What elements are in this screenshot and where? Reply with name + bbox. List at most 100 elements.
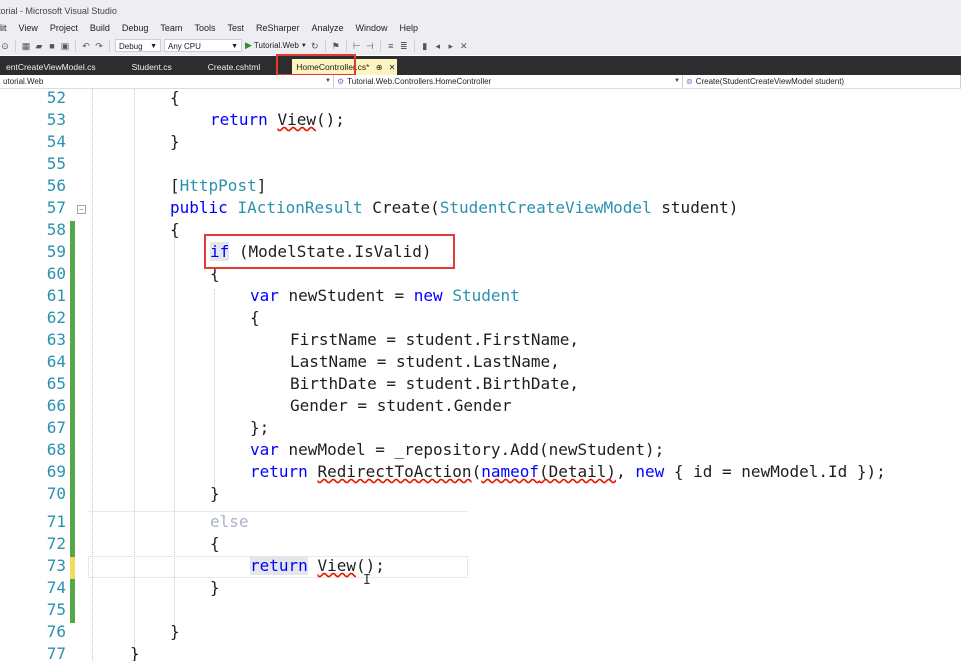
- pin-tab-icon[interactable]: ⊕: [376, 63, 383, 72]
- navigate-forward-icon[interactable]: ⊙: [0, 41, 10, 51]
- code-text: var newModel = _repository.Add(newStuden…: [250, 440, 665, 459]
- chevron-down-icon: ▼: [300, 42, 307, 49]
- class-dropdown[interactable]: ⚙ Tutorial.Web.Controllers.HomeController…: [334, 75, 683, 88]
- tab-student[interactable]: Student.cs: [106, 59, 182, 75]
- menu-team[interactable]: Team: [154, 20, 188, 36]
- uncomment-icon[interactable]: ≣: [399, 41, 409, 51]
- menu-bar: lit View Project Build Debug Team Tools …: [0, 20, 961, 36]
- tab-label: Student.cs: [131, 62, 172, 72]
- undo-icon[interactable]: ↶: [81, 41, 91, 51]
- start-debugging-label: Tutorial.Web: [253, 41, 299, 50]
- line-number: 54: [46, 132, 66, 151]
- menu-view[interactable]: View: [13, 20, 44, 36]
- menu-tools[interactable]: Tools: [188, 20, 221, 36]
- line-number: 64: [46, 352, 66, 371]
- line-number: 65: [46, 374, 66, 393]
- comment-icon[interactable]: ≡: [386, 41, 396, 51]
- text-cursor-icon: I: [363, 573, 371, 588]
- project-dropdown[interactable]: utorial.Web ▼: [0, 75, 334, 88]
- line-number: 74: [46, 578, 66, 597]
- bookmark-icon[interactable]: ▮: [420, 41, 430, 51]
- clear-bookmarks-icon[interactable]: ✕: [459, 41, 469, 51]
- code-editor[interactable]: − 52 { 53 return View(); 54 } 55 56 [Htt…: [0, 89, 961, 661]
- document-tab-strip: entCreateViewModel.cs Student.cs Create.…: [0, 56, 961, 75]
- menu-project[interactable]: Project: [44, 20, 84, 36]
- solution-platform-value: Any CPU: [168, 42, 201, 51]
- code-text: Gender = student.Gender: [290, 396, 512, 415]
- next-bookmark-icon[interactable]: ▸: [446, 41, 456, 51]
- chevron-down-icon: ▼: [674, 78, 680, 84]
- code-text: return RedirectToAction(nameof(Detail), …: [250, 462, 886, 481]
- line-number: 61: [46, 286, 66, 305]
- redo-icon[interactable]: ↷: [94, 41, 104, 51]
- line-number: 70: [46, 484, 66, 503]
- line-number: 62: [46, 308, 66, 327]
- code-line: 74 }: [0, 577, 961, 599]
- solution-platform-select[interactable]: Any CPU ▼: [164, 39, 242, 52]
- line-number: 52: [46, 89, 66, 107]
- chevron-down-icon: ▼: [231, 43, 238, 50]
- line-number: 57: [46, 198, 66, 217]
- project-dropdown-value: utorial.Web: [3, 77, 44, 86]
- line-number: 68: [46, 440, 66, 459]
- code-text: [HttpPost]: [170, 176, 267, 195]
- code-line: 53 return View();: [0, 109, 961, 131]
- code-text: }: [210, 484, 220, 503]
- code-text: }: [130, 644, 140, 661]
- menu-window[interactable]: Window: [350, 20, 394, 36]
- code-text: {: [210, 534, 220, 553]
- step-into-icon[interactable]: ⊢: [352, 41, 362, 51]
- code-text: };: [250, 418, 270, 437]
- code-text: }: [210, 578, 220, 597]
- code-line: 60 {: [0, 263, 961, 285]
- menu-resharper[interactable]: ReSharper: [250, 20, 306, 36]
- menu-analyze[interactable]: Analyze: [306, 20, 350, 36]
- code-line: 67 };: [0, 417, 961, 439]
- code-line: 70 }: [0, 483, 961, 505]
- open-file-icon[interactable]: ▰: [34, 41, 44, 51]
- previous-bookmark-icon[interactable]: ◂: [433, 41, 443, 51]
- member-dropdown[interactable]: ⊚ Create(StudentCreateViewModel student): [683, 75, 961, 88]
- toolbar-separator: [345, 39, 347, 52]
- step-over-icon[interactable]: ⊣: [365, 41, 375, 51]
- save-all-icon[interactable]: ▣: [60, 41, 70, 51]
- code-line: 62 {: [0, 307, 961, 329]
- start-debugging-button[interactable]: ▶ Tutorial.Web ▼: [245, 40, 307, 51]
- line-number: 69: [46, 462, 66, 481]
- tab-student-create-view-model[interactable]: entCreateViewModel.cs: [0, 59, 106, 75]
- code-line: 57 public IActionResult Create(StudentCr…: [0, 197, 961, 219]
- play-icon: ▶: [245, 40, 252, 50]
- menu-build[interactable]: Build: [84, 20, 116, 36]
- standard-toolbar: ⊙ ▦ ▰ ■ ▣ ↶ ↷ Debug ▼ Any CPU ▼ ▶ Tutori…: [0, 36, 961, 55]
- new-project-icon[interactable]: ▦: [21, 41, 31, 51]
- line-number: 77: [46, 644, 66, 661]
- find-in-files-icon[interactable]: ⚑: [331, 41, 341, 51]
- code-line: 66 Gender = student.Gender: [0, 395, 961, 417]
- code-text: var newStudent = new Student: [250, 286, 520, 305]
- tab-home-controller[interactable]: HomeController.cs* ⊕ ✕: [292, 59, 398, 75]
- menu-edit[interactable]: lit: [0, 20, 13, 36]
- line-number: 71: [46, 512, 66, 531]
- code-line: 65 BirthDate = student.BirthDate,: [0, 373, 961, 395]
- class-icon: ⚙: [337, 77, 345, 86]
- code-text: {: [210, 264, 220, 283]
- line-number: 59: [46, 242, 66, 261]
- code-text: public IActionResult Create(StudentCreat…: [170, 198, 739, 217]
- line-number: 66: [46, 396, 66, 415]
- save-icon[interactable]: ■: [47, 41, 57, 51]
- menu-debug[interactable]: Debug: [116, 20, 155, 36]
- code-line: 68 var newModel = _repository.Add(newStu…: [0, 439, 961, 461]
- close-tab-icon[interactable]: ✕: [389, 63, 396, 72]
- line-number: 72: [46, 534, 66, 553]
- toolbar-separator: [324, 39, 326, 52]
- window-title: torial - Microsoft Visual Studio: [0, 6, 117, 16]
- code-text: {: [250, 308, 260, 327]
- tab-create-cshtml[interactable]: Create.cshtml: [182, 59, 270, 75]
- solution-configuration-select[interactable]: Debug ▼: [115, 39, 161, 52]
- code-line: 71 else: [0, 511, 961, 533]
- code-line: 55: [0, 153, 961, 175]
- menu-help[interactable]: Help: [394, 20, 425, 36]
- refresh-icon[interactable]: ↻: [310, 41, 320, 51]
- menu-test[interactable]: Test: [221, 20, 250, 36]
- code-text: if (ModelState.IsValid): [210, 242, 432, 261]
